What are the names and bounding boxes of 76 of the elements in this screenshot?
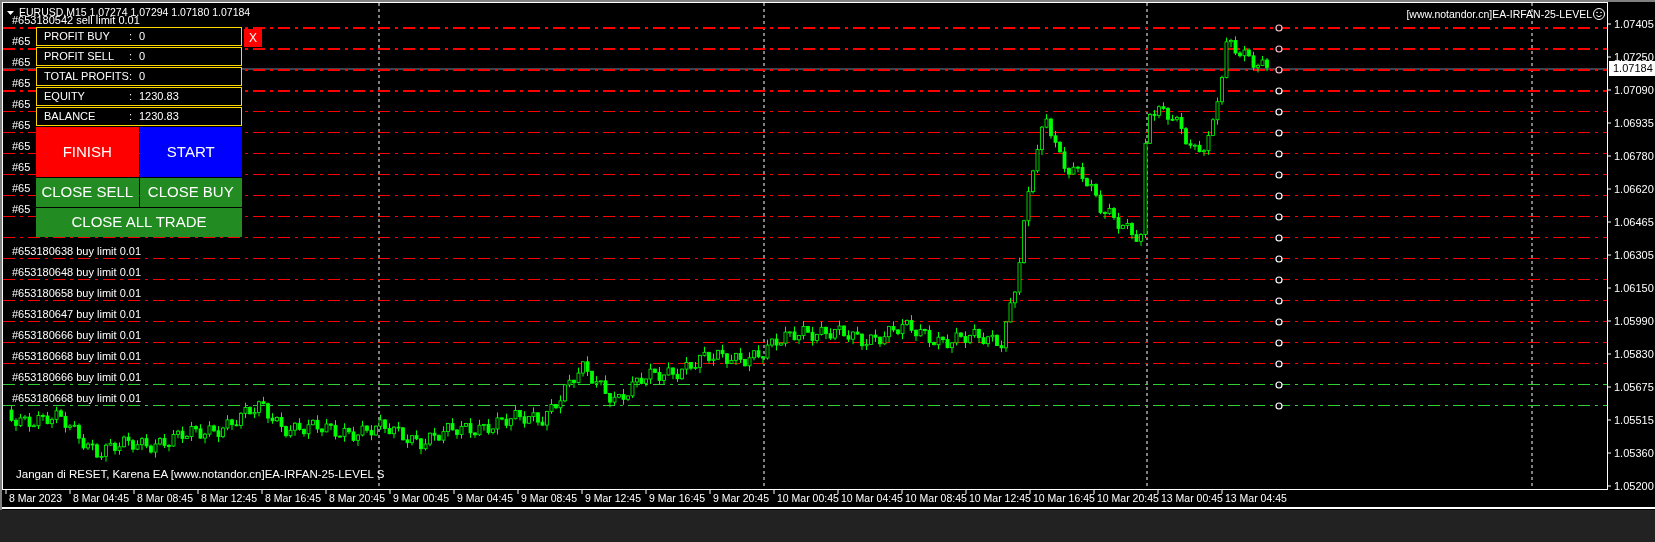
time-tick-label: 10 Mar 12:45 bbox=[969, 492, 1031, 504]
current-price-label: 1.07184 bbox=[1609, 61, 1655, 76]
stat-value: 0 bbox=[139, 49, 146, 65]
stat-value: 0 bbox=[139, 69, 146, 85]
order-label: #65 bbox=[12, 161, 31, 173]
order-label: #653180666 buy limit 0.01 bbox=[12, 329, 142, 341]
time-tick-label: 13 Mar 00:45 bbox=[1161, 492, 1223, 504]
stat-label: TOTAL PROFITS bbox=[43, 69, 129, 85]
stat-separator: : bbox=[129, 69, 134, 85]
time-tick-label: 10 Mar 08:45 bbox=[905, 492, 967, 504]
price-tick-label: 1.05200 bbox=[1614, 480, 1654, 492]
order-label: #65 bbox=[12, 35, 31, 47]
price-tick-label: 1.05990 bbox=[1614, 315, 1654, 327]
panel-button[interactable]: FINISH bbox=[36, 127, 139, 177]
time-tick-label: 8 Mar 20:45 bbox=[329, 492, 386, 504]
ea-comment: Jangan di RESET, Karena EA [www.notandor.cn]EA-IRFAN-25-LEVEL S bbox=[16, 468, 385, 480]
order-label: #65 bbox=[12, 119, 31, 131]
stat-label: PROFIT SELL bbox=[43, 49, 116, 65]
order-label: #653180648 buy limit 0.01 bbox=[12, 266, 142, 278]
stat-separator: : bbox=[129, 29, 134, 45]
price-tick-label: 1.07405 bbox=[1614, 18, 1654, 30]
price-tick-label: 1.07090 bbox=[1614, 84, 1654, 96]
order-label: #653180658 buy limit 0.01 bbox=[12, 287, 142, 299]
time-tick-label: 9 Mar 04:45 bbox=[457, 492, 514, 504]
time-tick-label: 8 Mar 12:45 bbox=[201, 492, 258, 504]
stat-separator: : bbox=[129, 89, 134, 105]
order-label: #65 bbox=[12, 203, 31, 215]
stat-label: EQUITY bbox=[43, 89, 86, 105]
order-label: #653180666 buy limit 0.01 bbox=[12, 371, 142, 383]
time-tick-label: 10 Mar 16:45 bbox=[1033, 492, 1095, 504]
price-tick-label: 1.05515 bbox=[1614, 414, 1654, 426]
time-tick-label: 8 Mar 2023 bbox=[9, 492, 63, 504]
time-tick-label: 10 Mar 04:45 bbox=[841, 492, 903, 504]
time-tick-label: 9 Mar 08:45 bbox=[521, 492, 578, 504]
time-tick-label: 10 Mar 20:45 bbox=[1097, 492, 1159, 504]
panel-button[interactable]: CLOSE ALL TRADE bbox=[36, 208, 242, 237]
stat-separator: : bbox=[129, 49, 134, 65]
panel-button[interactable]: CLOSE BUY bbox=[139, 178, 242, 207]
time-tick-label: 8 Mar 16:45 bbox=[265, 492, 322, 504]
time-tick-label: 9 Mar 20:45 bbox=[713, 492, 770, 504]
stat-label: BALANCE bbox=[43, 109, 97, 125]
price-tick-label: 1.07250 bbox=[1614, 51, 1654, 63]
stat-separator: : bbox=[129, 109, 134, 125]
order-label: #65 bbox=[12, 182, 31, 194]
price-tick-label: 1.06780 bbox=[1614, 150, 1654, 162]
order-label: #65 bbox=[12, 140, 31, 152]
price-tick-label: 1.06620 bbox=[1614, 183, 1654, 195]
price-tick-label: 1.06935 bbox=[1614, 117, 1654, 129]
order-label: #653180647 buy limit 0.01 bbox=[12, 308, 142, 320]
time-tick-label: 10 Mar 00:45 bbox=[777, 492, 839, 504]
stat-value: 0 bbox=[139, 29, 146, 45]
price-tick-label: 1.06305 bbox=[1614, 249, 1654, 261]
panel-button[interactable]: START bbox=[139, 127, 242, 177]
time-tick-label: 9 Mar 12:45 bbox=[585, 492, 642, 504]
order-label: #65 bbox=[12, 77, 31, 89]
panel-button[interactable]: CLOSE SELL bbox=[36, 178, 139, 207]
ea-name-label: [www.notandor.cn]EA-IRFAN-25-LEVEL bbox=[1406, 8, 1592, 20]
close-button[interactable]: X bbox=[244, 29, 262, 47]
order-label: #65 bbox=[12, 98, 31, 110]
order-label: #653180638 buy limit 0.01 bbox=[12, 245, 142, 257]
order-label: #653180668 buy limit 0.01 bbox=[12, 392, 142, 404]
time-tick-label: 9 Mar 16:45 bbox=[649, 492, 706, 504]
price-tick-label: 1.05830 bbox=[1614, 348, 1654, 360]
order-label: #653180668 buy limit 0.01 bbox=[12, 350, 142, 362]
stat-label: PROFIT BUY bbox=[43, 29, 111, 45]
time-tick-label: 9 Mar 00:45 bbox=[393, 492, 450, 504]
stat-value: 1230.83 bbox=[139, 89, 179, 105]
time-tick-label: 8 Mar 08:45 bbox=[137, 492, 194, 504]
time-tick-label: 8 Mar 04:45 bbox=[73, 492, 130, 504]
stat-value: 1230.83 bbox=[139, 109, 179, 125]
price-tick-label: 1.05675 bbox=[1614, 381, 1654, 393]
time-tick-label: 13 Mar 04:45 bbox=[1225, 492, 1287, 504]
order-label: #65 bbox=[12, 56, 31, 68]
price-tick-label: 1.05360 bbox=[1614, 447, 1654, 459]
price-tick-label: 1.06150 bbox=[1614, 282, 1654, 294]
price-tick-label: 1.06465 bbox=[1614, 216, 1654, 228]
